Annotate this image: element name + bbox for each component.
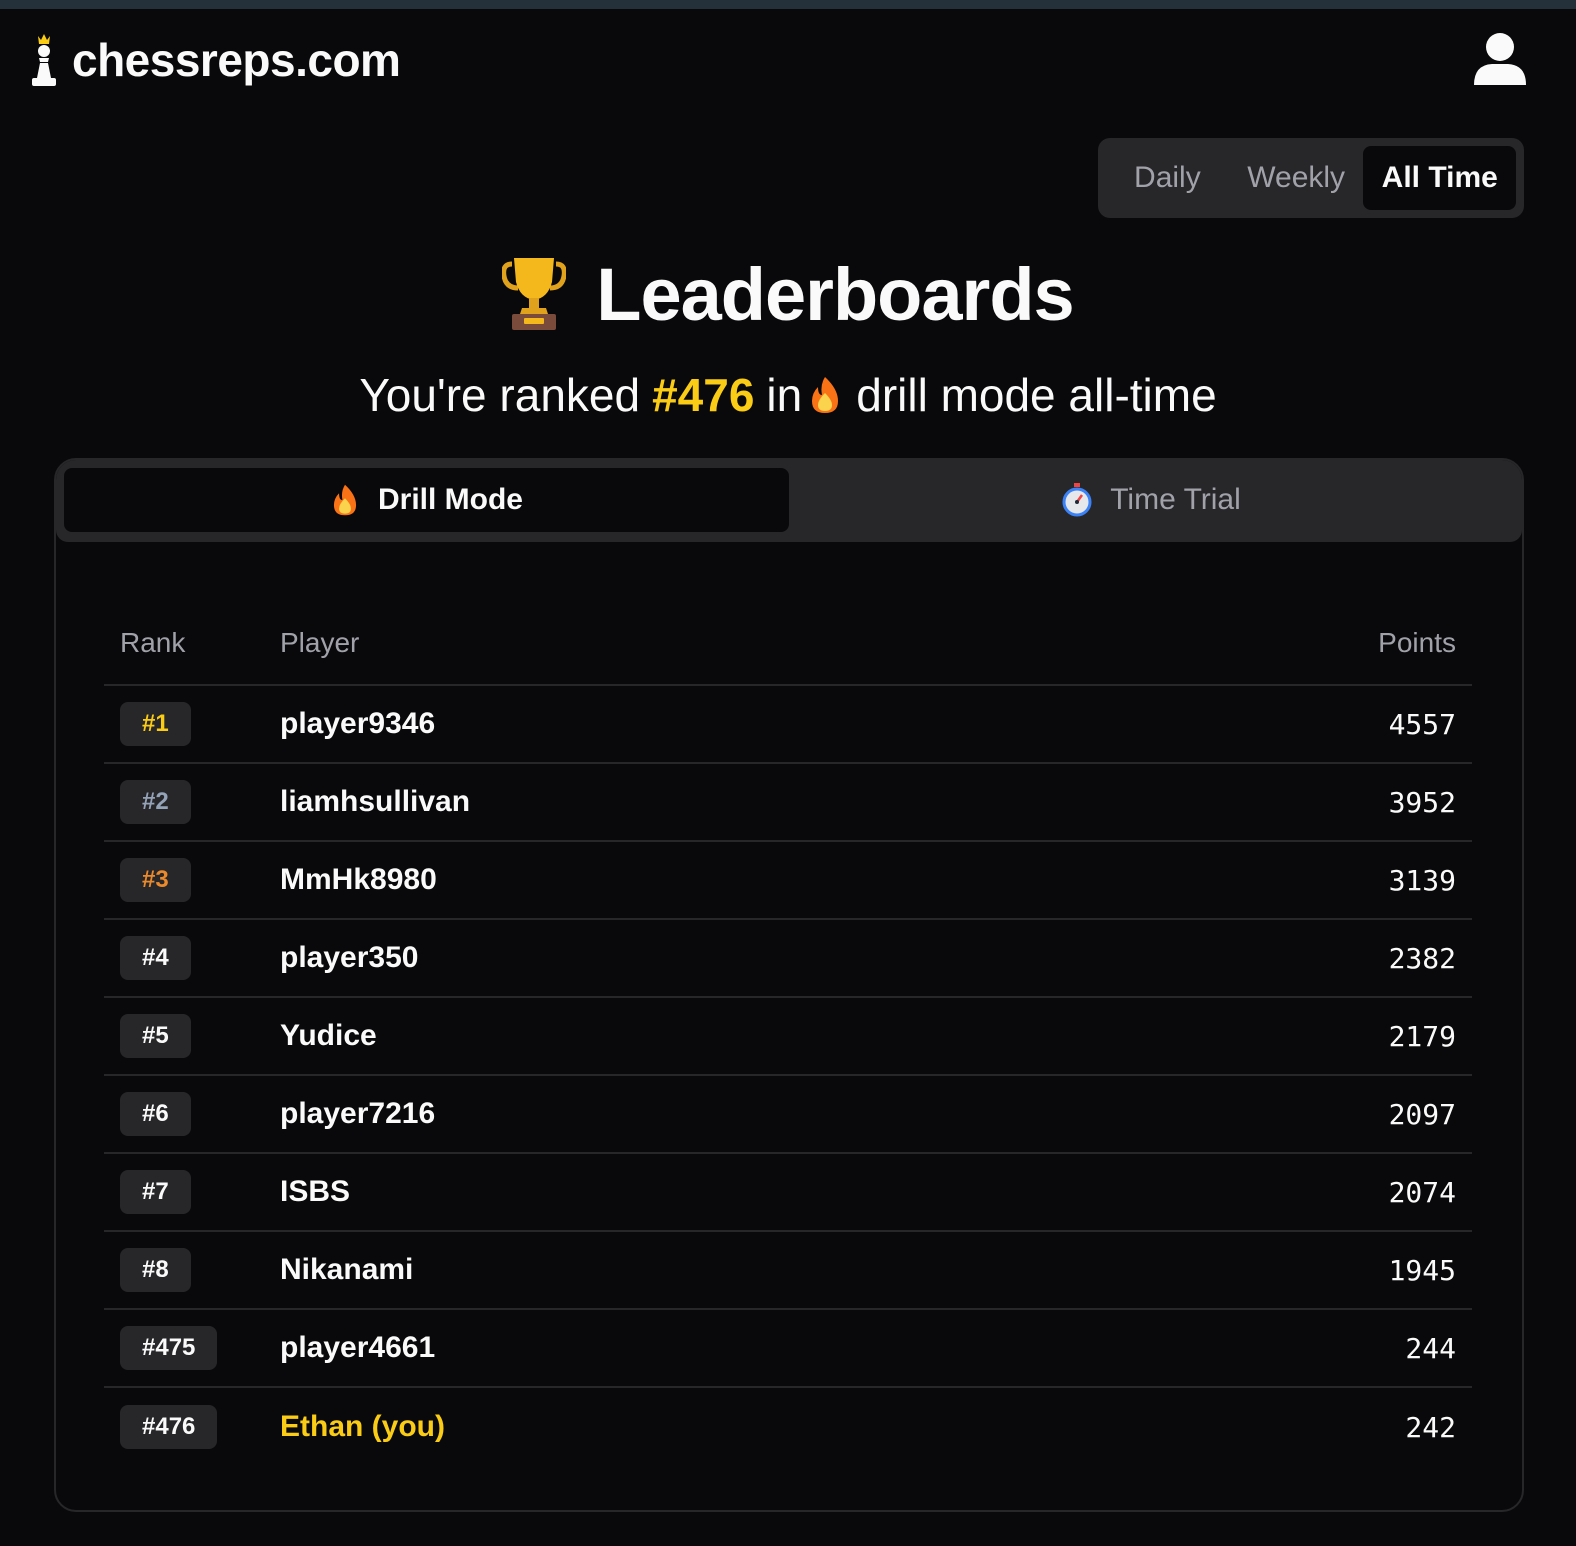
mode-tabs: Drill Mode Time Trial — [56, 460, 1522, 542]
rank-badge: #2 — [120, 780, 191, 824]
rank-badge: #5 — [120, 1014, 191, 1058]
column-header-player: Player — [280, 627, 360, 658]
rank-summary-prefix: You're ranked — [359, 369, 641, 421]
table-row: #3 MmHk8980 3139 — [104, 842, 1472, 920]
player-name: liamhsullivan — [280, 785, 471, 818]
table-row: #2 liamhsullivan 3952 — [104, 764, 1472, 842]
rank-badge: #475 — [120, 1326, 218, 1370]
rank-summary-suffix: drill mode all-time — [856, 369, 1217, 421]
tab-time-trial[interactable]: Time Trial — [789, 468, 1514, 532]
rank-badge: #8 — [120, 1248, 191, 1292]
window-top-border — [0, 0, 1576, 9]
player-points: 242 — [1405, 1410, 1456, 1444]
player-points: 244 — [1405, 1331, 1456, 1365]
column-header-points: Points — [1378, 627, 1456, 658]
table-row: #7 ISBS 2074 — [104, 1154, 1472, 1232]
tab-drill-mode-label: Drill Mode — [377, 483, 523, 516]
user-icon — [1474, 33, 1526, 85]
player-name: MmHk8980 — [280, 863, 437, 896]
brand-name: chessreps.com — [72, 34, 401, 86]
site-header: chessreps.com — [0, 9, 1576, 113]
rank-badge: #3 — [120, 858, 191, 902]
table-row-current-user: #476 Ethan (you) 242 — [104, 1388, 1472, 1466]
table-row: #1 player9346 4557 — [104, 686, 1472, 764]
player-points: 2097 — [1388, 1097, 1456, 1131]
brand-link[interactable]: chessreps.com — [28, 31, 401, 89]
rank-badge: #6 — [120, 1092, 191, 1136]
player-name: ISBS — [280, 1175, 351, 1208]
column-header-rank: Rank — [120, 627, 186, 658]
rank-summary: You're ranked #476 in drill mode all-tim… — [0, 360, 1576, 430]
player-name: player4661 — [280, 1331, 436, 1364]
table-row: #475 player4661 244 — [104, 1310, 1472, 1388]
period-toggle: Daily Weekly All Time — [1098, 138, 1524, 218]
rank-badge: #1 — [120, 702, 191, 746]
page-title-text: Leaderboards — [596, 252, 1074, 336]
user-account-button[interactable] — [1472, 31, 1528, 87]
player-name: player350 — [280, 941, 419, 974]
table-header: Rank Player Points — [104, 602, 1472, 686]
player-name: player7216 — [280, 1097, 436, 1130]
player-name: player9346 — [280, 707, 436, 740]
fire-icon — [812, 377, 839, 413]
rank-badge: #476 — [120, 1405, 218, 1449]
rank-badge: #4 — [120, 936, 191, 980]
table-row: #6 player7216 2097 — [104, 1076, 1472, 1154]
fire-icon — [333, 484, 357, 516]
table-row: #4 player350 2382 — [104, 920, 1472, 998]
player-name: Ethan (you) — [280, 1410, 445, 1443]
player-points: 4557 — [1388, 707, 1456, 741]
chess-pawn-crown-icon — [32, 34, 56, 86]
player-points: 2074 — [1388, 1175, 1456, 1209]
table-row: #5 Yudice 2179 — [104, 998, 1472, 1076]
period-weekly-button[interactable]: Weekly — [1229, 146, 1364, 210]
player-points: 2382 — [1388, 941, 1456, 975]
stopwatch-icon — [1062, 483, 1092, 517]
tab-time-trial-label: Time Trial — [1110, 483, 1241, 516]
player-name: Nikanami — [280, 1253, 414, 1286]
rank-summary-rank: #476 — [652, 369, 755, 421]
period-daily-button[interactable]: Daily — [1106, 146, 1229, 210]
player-points: 2179 — [1388, 1019, 1456, 1053]
leaderboard-table: Rank Player Points #1 player9346 4557 #2… — [104, 602, 1472, 1466]
tab-drill-mode[interactable]: Drill Mode — [64, 468, 789, 532]
rank-summary-middle: in — [766, 369, 803, 421]
player-name: Yudice — [280, 1019, 377, 1052]
rank-badge: #7 — [120, 1170, 191, 1214]
leaderboard-card: Drill Mode Time Trial Rank Player Points… — [54, 458, 1524, 1512]
player-points: 3952 — [1388, 785, 1456, 819]
trophy-icon — [502, 258, 567, 330]
period-all-time-button[interactable]: All Time — [1363, 146, 1516, 210]
player-points: 3139 — [1388, 863, 1456, 897]
table-row: #8 Nikanami 1945 — [104, 1232, 1472, 1310]
player-points: 1945 — [1388, 1253, 1456, 1287]
page-title: Leaderboards — [0, 244, 1576, 344]
